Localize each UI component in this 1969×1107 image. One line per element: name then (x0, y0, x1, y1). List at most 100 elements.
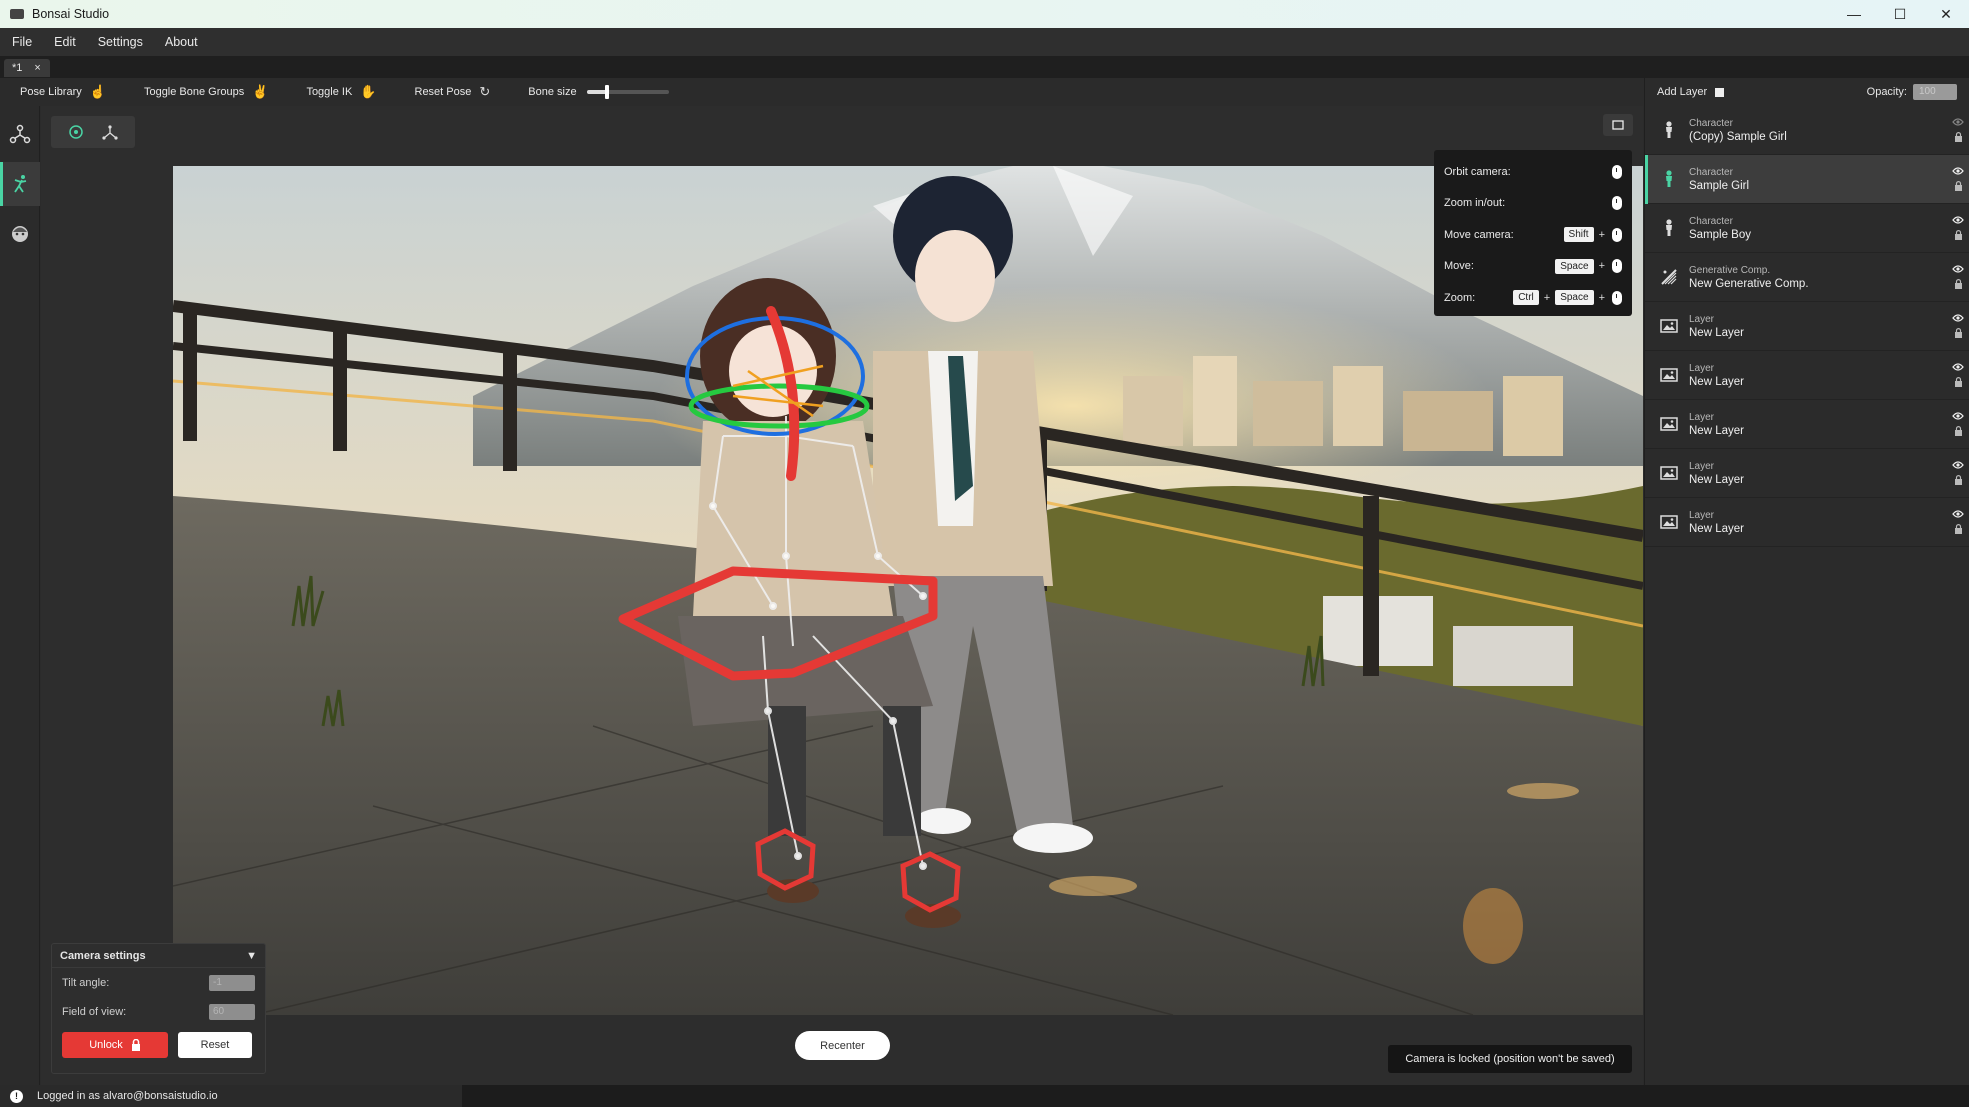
layer-name: Sample Girl (1689, 179, 1750, 192)
lock-icon[interactable] (1954, 426, 1963, 436)
lock-icon[interactable] (1954, 230, 1963, 240)
layer-row[interactable]: Layer New Layer (1645, 449, 1969, 498)
plus-sign: + (1598, 260, 1605, 273)
pose-toolbar: Pose Library ☝ Toggle Bone Groups ✌ Togg… (0, 78, 1643, 106)
add-layer-button[interactable]: Add Layer (1657, 86, 1725, 98)
toggle-ik-button[interactable]: Toggle IK ✋ (306, 84, 376, 100)
lock-icon[interactable] (1954, 328, 1963, 338)
rotate-mode-icon[interactable] (67, 123, 85, 141)
layer-row[interactable]: Layer New Layer (1645, 400, 1969, 449)
generative-icon (1659, 267, 1679, 287)
info-icon: ! (10, 1089, 23, 1103)
layers-header: Add Layer Opacity: 100 (1645, 78, 1969, 106)
layer-type: Layer (1689, 313, 1715, 325)
layer-row[interactable]: Layer New Layer (1645, 302, 1969, 351)
pose-library-button[interactable]: Pose Library ☝ (20, 84, 106, 100)
mouse-left-icon (1612, 227, 1622, 242)
mouse-left-icon (1612, 290, 1622, 305)
lock-icon (131, 1039, 140, 1051)
recenter-button[interactable]: Recenter (795, 1031, 890, 1060)
layer-type: Layer (1689, 362, 1715, 374)
layer-controls (1947, 216, 1969, 240)
plus-sign: + (1543, 291, 1551, 304)
menu-about[interactable]: About (165, 35, 198, 49)
eye-icon[interactable] (1952, 510, 1964, 518)
title-bar: Bonsai Studio — ☐ ✕ (0, 0, 1969, 28)
camera-buttons: Unlock Reset (52, 1026, 265, 1058)
shortcut-move-camera: Move camera: Shift + (1444, 219, 1622, 251)
lock-icon[interactable] (1954, 132, 1963, 142)
skeleton-mode-icon[interactable] (101, 123, 119, 141)
lock-icon[interactable] (1954, 475, 1963, 485)
layer-type: Character (1689, 215, 1733, 227)
eye-icon[interactable] (1952, 363, 1964, 371)
menu-settings[interactable]: Settings (98, 35, 143, 49)
maximize-button[interactable]: ☐ (1877, 0, 1923, 28)
bone-groups-icon: ✌ (252, 84, 269, 99)
rail-pose-tool[interactable] (0, 162, 40, 206)
close-button[interactable]: ✕ (1923, 0, 1969, 28)
toggle-ik-label: Toggle IK (306, 86, 353, 98)
lock-icon[interactable] (1954, 524, 1963, 534)
fov-input[interactable]: 60 (209, 1003, 255, 1020)
bone-size-handle[interactable] (605, 85, 610, 99)
hand-pointer-icon: ☝ (89, 84, 106, 99)
tab-close-icon[interactable]: × (34, 62, 40, 74)
layer-text: Layer New Layer (1689, 510, 1947, 535)
eye-icon[interactable] (1952, 265, 1964, 273)
camera-settings-panel: Camera settings ▼ Tilt angle: -1 Field o… (51, 943, 266, 1074)
layer-row[interactable]: Character Sample Girl (1645, 155, 1969, 204)
shortcut-move-label: Move: (1444, 260, 1474, 273)
layer-controls (1947, 412, 1969, 436)
eye-icon[interactable] (1952, 216, 1964, 224)
tilt-angle-input[interactable]: -1 (209, 974, 255, 991)
unlock-camera-button[interactable]: Unlock (62, 1032, 168, 1058)
fullscreen-icon (1612, 120, 1624, 130)
menu-file[interactable]: File (12, 35, 32, 49)
shortcut-orbit-label: Orbit camera: (1444, 165, 1511, 178)
layer-row[interactable]: Layer New Layer (1645, 498, 1969, 547)
window-title: Bonsai Studio (32, 7, 110, 21)
bone-size-label: Bone size (528, 86, 577, 98)
eye-icon[interactable] (1952, 167, 1964, 175)
collapse-triangle-icon[interactable]: ▼ (246, 950, 257, 962)
plus-sign: + (1598, 228, 1605, 241)
eye-icon[interactable] (1952, 118, 1964, 126)
shortcut-move: Move: Space + (1444, 251, 1622, 283)
layer-row[interactable]: Character (Copy) Sample Girl (1645, 106, 1969, 155)
eye-icon[interactable] (1952, 412, 1964, 420)
document-tab[interactable]: *1 × (4, 59, 50, 77)
rail-transform-tool[interactable] (0, 112, 40, 156)
layer-text: Layer New Layer (1689, 363, 1947, 388)
minimize-button[interactable]: — (1831, 0, 1877, 28)
layer-type: Layer (1689, 509, 1715, 521)
rail-face-tool[interactable] (0, 212, 40, 256)
bone-size-fill (586, 90, 608, 94)
layer-text: Layer New Layer (1689, 461, 1947, 486)
lock-icon[interactable] (1954, 279, 1963, 289)
mouse-left-icon (1612, 164, 1622, 179)
reset-pose-button[interactable]: Reset Pose ↻ (415, 84, 491, 100)
layer-row[interactable]: Character Sample Boy (1645, 204, 1969, 253)
menu-edit[interactable]: Edit (54, 35, 76, 49)
lock-icon[interactable] (1954, 377, 1963, 387)
layer-row[interactable]: Layer New Layer (1645, 351, 1969, 400)
opacity-input[interactable]: 100 (1913, 84, 1957, 100)
fov-label: Field of view: (62, 1005, 127, 1018)
toggle-bone-groups-button[interactable]: Toggle Bone Groups ✌ (144, 84, 268, 100)
layer-list: Character (Copy) Sample Girl Character Samp… (1645, 106, 1969, 547)
camera-settings-header[interactable]: Camera settings ▼ (52, 944, 265, 968)
eye-icon[interactable] (1952, 461, 1964, 469)
gizmo-mode-toggle (51, 116, 135, 148)
reset-camera-button[interactable]: Reset (178, 1032, 252, 1058)
layer-name: New Layer (1689, 522, 1744, 535)
lock-icon[interactable] (1954, 181, 1963, 191)
bone-size-slider[interactable] (586, 85, 669, 99)
logged-in-text: Logged in as alvaro@bonsaistudio.io (37, 1090, 218, 1102)
eye-icon[interactable] (1952, 314, 1964, 322)
layer-row[interactable]: Generative Comp. New Generative Comp. (1645, 253, 1969, 302)
shortcut-zoom: Zoom: Ctrl + Space + (1444, 282, 1622, 314)
fullscreen-button[interactable] (1603, 114, 1633, 136)
viewport-3d[interactable] (173, 166, 1643, 1015)
layer-name: New Generative Comp. (1689, 277, 1809, 290)
